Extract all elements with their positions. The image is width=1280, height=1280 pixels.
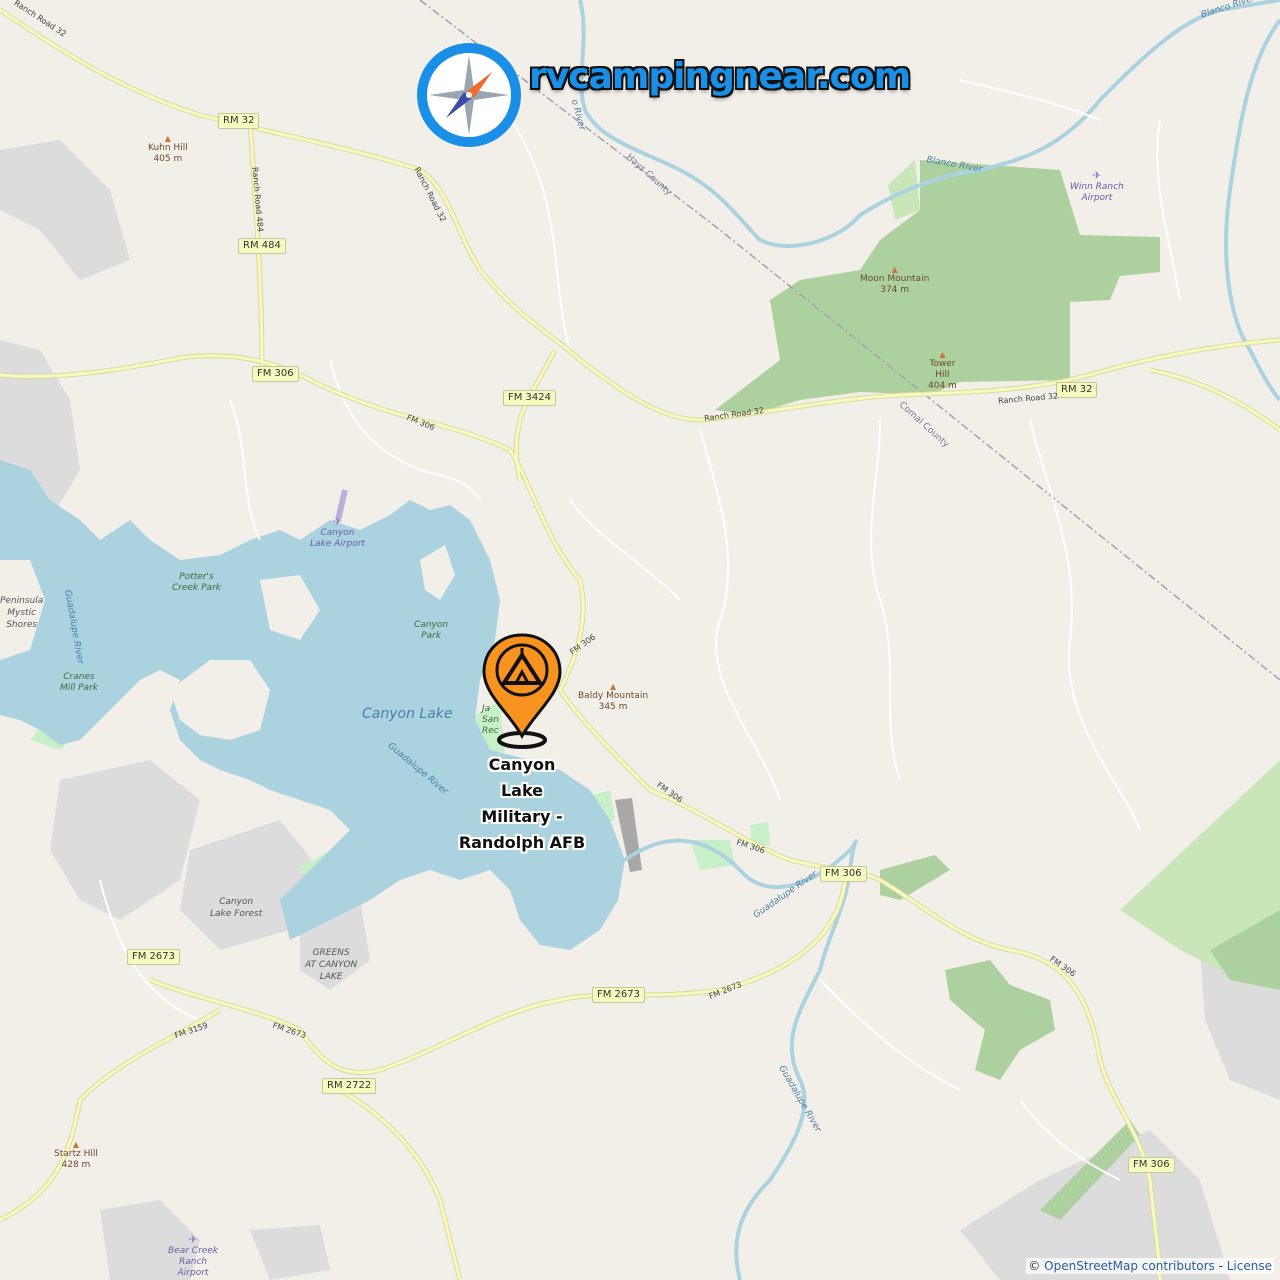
osm-contributors-link[interactable]: OpenStreetMap contributors: [1044, 1259, 1215, 1273]
airport-canyon-lake: ✈ Canyon Lake Airport: [310, 515, 365, 550]
license-link[interactable]: License: [1227, 1259, 1272, 1273]
attribution-separator: -: [1214, 1259, 1227, 1273]
peak-triangle-icon: ▲: [72, 1140, 79, 1149]
site-logo[interactable]: rvcampingnear.com: [414, 40, 911, 150]
peak-triangle-icon: ▲: [164, 134, 171, 143]
peak-startz-hill: ▲ Startz Hill 428 m: [54, 1140, 98, 1170]
compass-icon: [417, 43, 521, 147]
shield-fm306-s: FM 306: [1128, 1157, 1175, 1173]
shield-fm306-w: FM 306: [252, 366, 299, 382]
airplane-icon: ✈: [188, 1233, 198, 1246]
park-cranes-mill: Cranes Mill Park: [60, 672, 98, 693]
airport-bear-creek: ✈ Bear Creek Ranch Airport: [168, 1233, 219, 1279]
map-attribution: © OpenStreetMap contributors - License: [1026, 1258, 1274, 1274]
campground-marker[interactable]: [480, 632, 564, 750]
peak-baldy-mountain: ▲ Baldy Mountain 345 m: [578, 682, 649, 712]
airport-winn-ranch: ✈ Winn Ranch Airport: [1070, 169, 1124, 204]
map-canvas[interactable]: RM 32 RM 484 FM 306 FM 3424 RM 32 FM 306…: [0, 0, 1280, 1280]
logo-text: rvcampingnear.com: [529, 56, 911, 97]
park-canyon-park: Canyon Park: [414, 620, 449, 641]
peak-triangle-icon: ▲: [891, 265, 898, 274]
peak-tower-hill: ▲ Tower Hill 404 m: [928, 350, 957, 391]
shield-fm2673-w: FM 2673: [127, 949, 181, 965]
peak-moon-mountain: ▲ Moon Mountain 374 m: [860, 265, 930, 295]
peak-triangle-icon: ▲: [939, 350, 946, 359]
shield-fm3424: FM 3424: [503, 390, 557, 406]
shield-rm32-nw: RM 32: [218, 113, 260, 129]
shield-fm306-se: FM 306: [820, 866, 867, 882]
shield-rm484: RM 484: [238, 238, 286, 254]
shield-rm32-e: RM 32: [1056, 382, 1098, 398]
water-label-canyon-lake: Canyon Lake: [362, 706, 453, 722]
place-peninsula: Peninsula Mystic Shores: [0, 596, 44, 630]
peak-triangle-icon: ▲: [609, 682, 617, 691]
peak-kuhn-hill: ▲ Kuhn Hill 405 m: [148, 134, 188, 164]
shield-fm2673-c: FM 2673: [592, 987, 646, 1003]
campground-label: Canyon Lake Military - Randolph AFB: [458, 755, 586, 852]
shield-rm2722: RM 2722: [322, 1078, 377, 1094]
place-greens: GREENS AT CANYON LAKE: [305, 948, 358, 982]
copyright-symbol: ©: [1028, 1259, 1041, 1273]
place-canyon-lake-forest: Canyon Lake Forest: [210, 897, 263, 919]
park-potters-creek: Potter's Creek Park: [172, 572, 221, 593]
airplane-icon: ✈: [1092, 169, 1102, 182]
airplane-icon: ✈: [332, 515, 343, 528]
